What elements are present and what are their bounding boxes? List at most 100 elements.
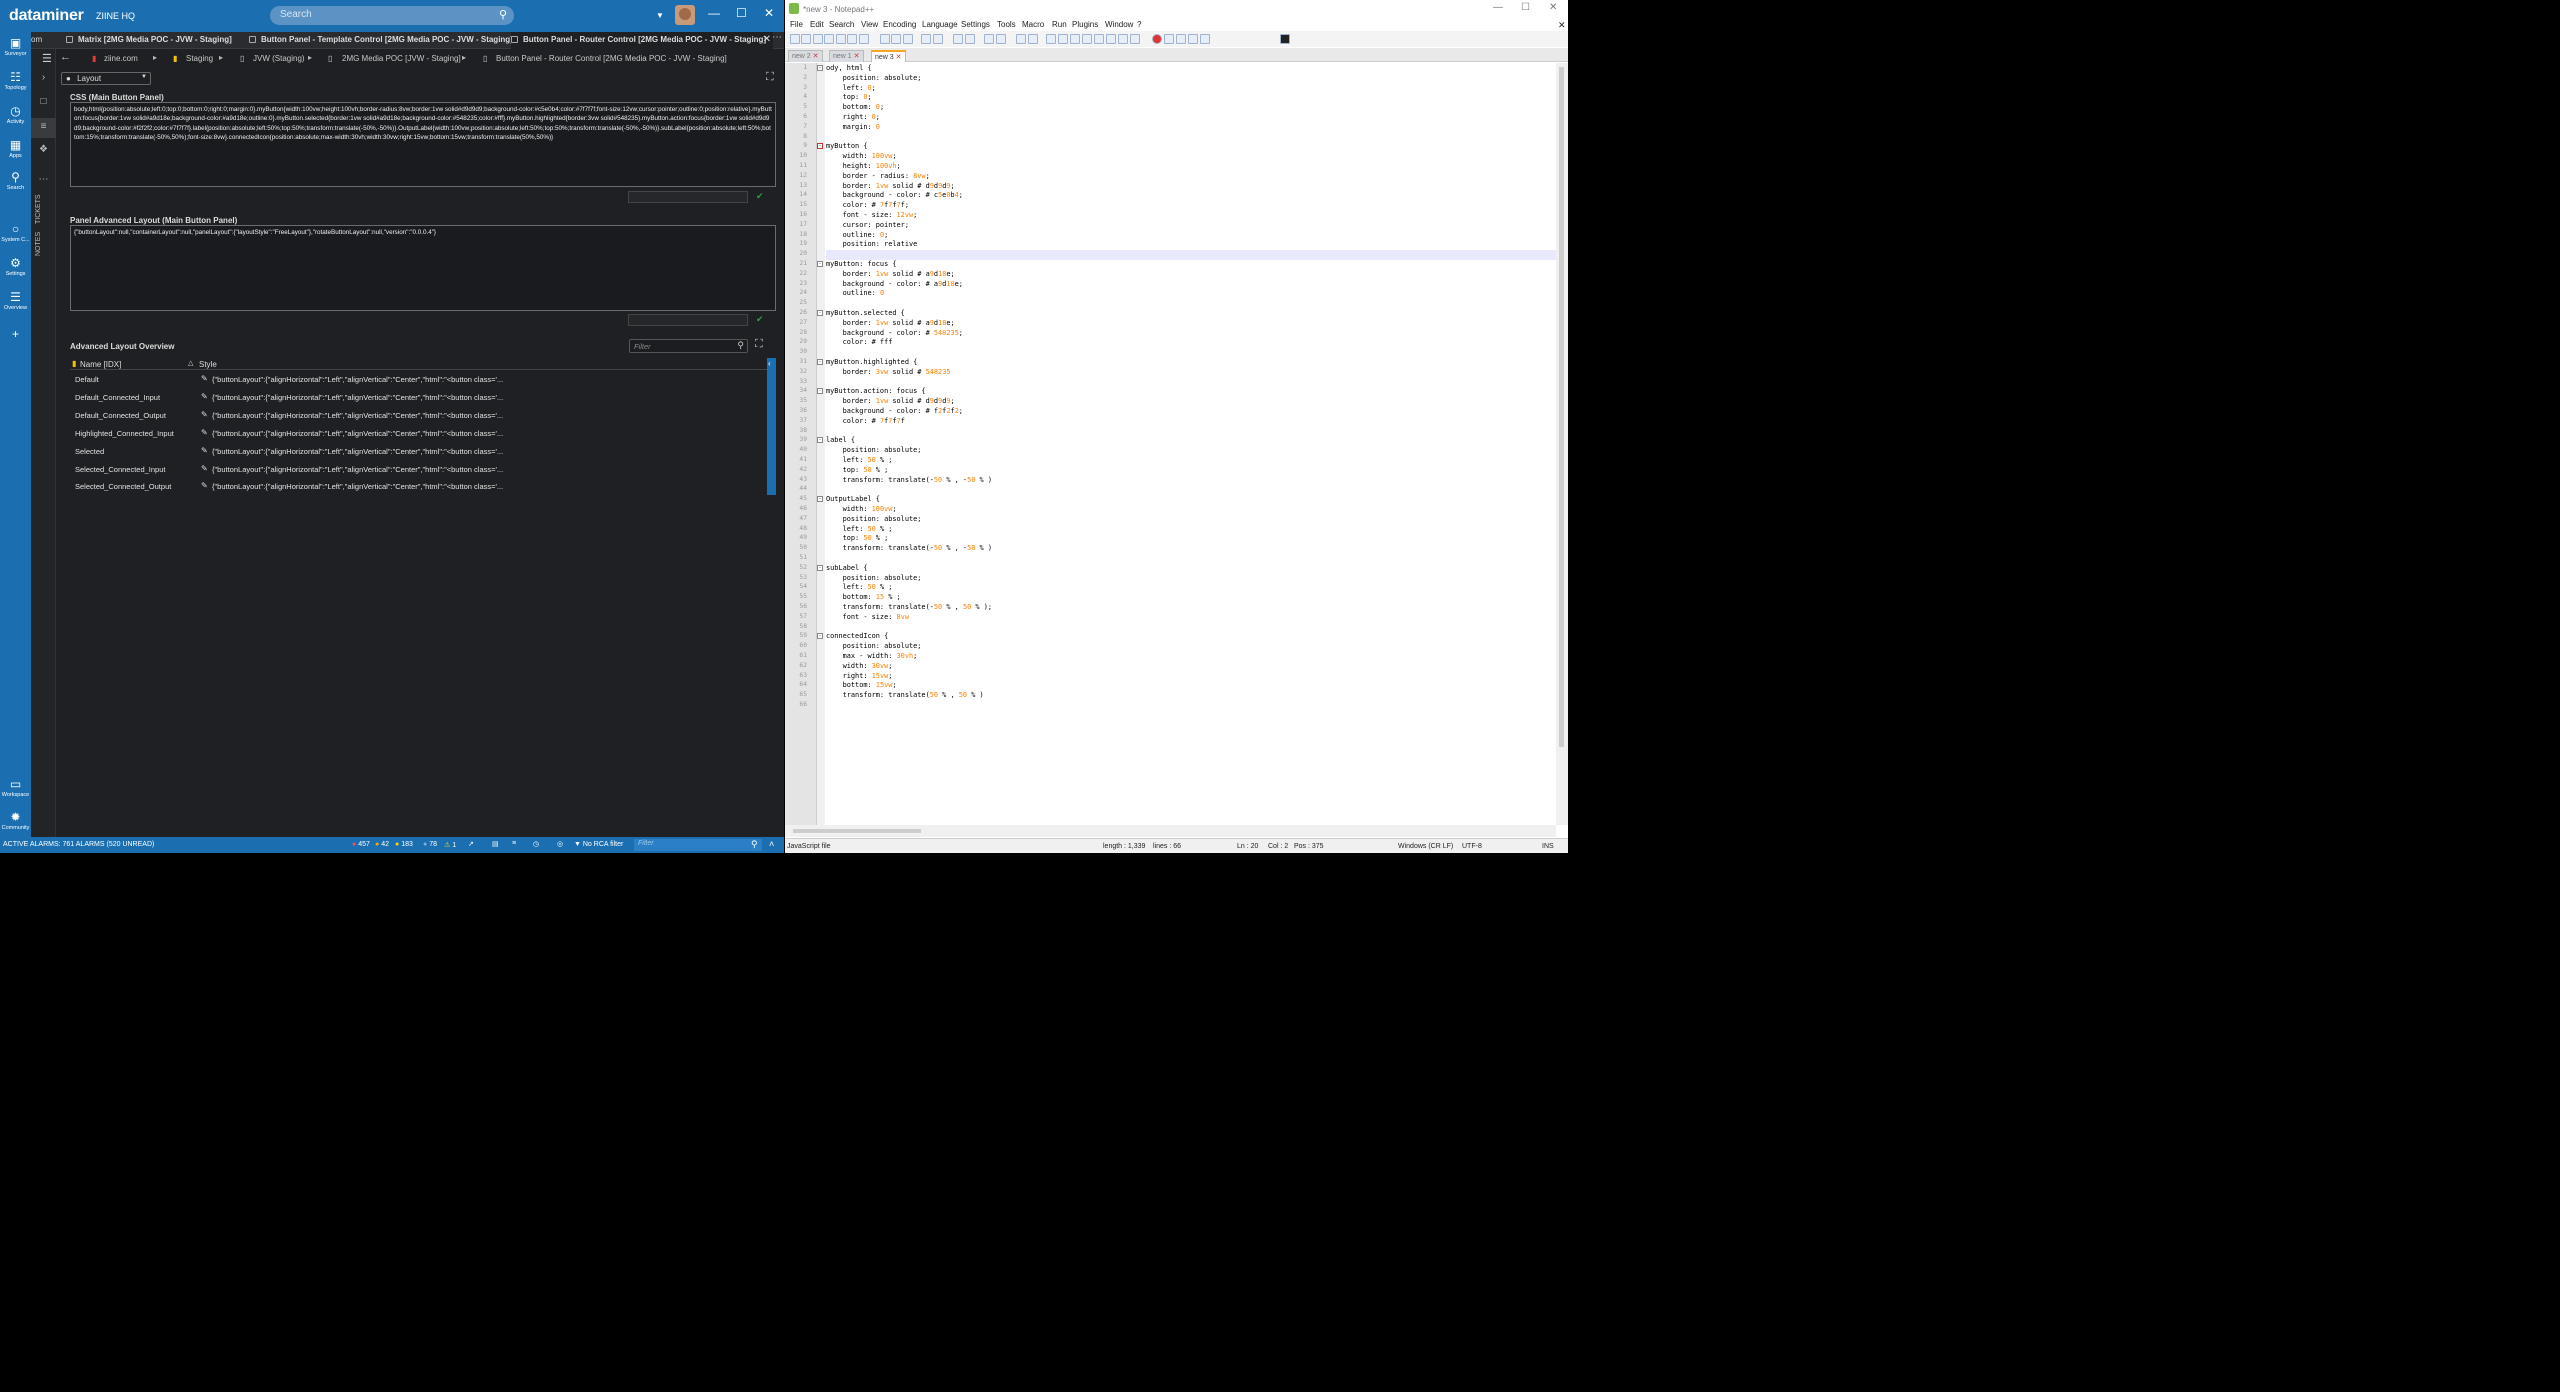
print-icon[interactable] xyxy=(859,34,869,44)
more-tabs-icon[interactable]: ⋯ xyxy=(772,32,782,43)
menu-encoding[interactable]: Encoding xyxy=(883,20,916,29)
play-multi-icon[interactable] xyxy=(1188,34,1198,44)
close-icon[interactable]: ✕ xyxy=(813,53,819,60)
function-list-icon[interactable] xyxy=(1106,34,1116,44)
code-editor[interactable]: 1 2 3 4 5 6 7 8 9 10 11 12 13 14 15 16 17 18 19 20 21 22 23 24 2… xyxy=(785,63,1556,825)
fullscreen-icon[interactable]: ⛶ xyxy=(755,338,763,351)
encoding[interactable]: UTF-8 xyxy=(1462,843,1482,850)
css-editor[interactable]: body,html{position:absolute;left:0;top:0… xyxy=(70,102,776,187)
edit-icon[interactable]: ✎ xyxy=(201,464,208,473)
fold-toggle-icon[interactable]: - xyxy=(817,310,823,316)
table-row[interactable]: Default ✎ {"buttonLayout":{"alignHorizonta… xyxy=(70,371,764,389)
copy-icon[interactable] xyxy=(891,34,901,44)
chevron-right-icon[interactable]: › xyxy=(31,72,56,83)
menu-language[interactable]: Language xyxy=(922,20,958,29)
wrap-icon[interactable] xyxy=(1046,34,1056,44)
rca-filter[interactable]: ▼ No RCA filter xyxy=(574,841,623,848)
layout-dropdown[interactable]: ● Layout ▼ xyxy=(61,72,151,85)
panel-layout-editor[interactable]: {"buttonLayout":null,"containerLayout":n… xyxy=(70,225,776,311)
nav-activity[interactable]: ◷ Activity xyxy=(0,104,31,125)
major-count[interactable]: ● 42 xyxy=(375,841,389,848)
menu-help[interactable]: ? xyxy=(1137,20,1141,29)
back-icon[interactable]: ← xyxy=(60,51,71,63)
doc-map-icon[interactable] xyxy=(1094,34,1104,44)
nav-search[interactable]: ⚲ Search xyxy=(0,170,31,191)
add-icon[interactable]: + xyxy=(0,327,31,342)
find-icon[interactable] xyxy=(953,34,963,44)
open-icon[interactable] xyxy=(801,34,811,44)
edit-icon[interactable]: ✎ xyxy=(201,446,208,455)
cut-icon[interactable] xyxy=(880,34,890,44)
close-button[interactable]: ✕ xyxy=(764,6,774,20)
check-icon[interactable]: ✔ xyxy=(756,314,764,325)
sort-icon[interactable]: △ xyxy=(188,359,193,367)
chevron-up-icon[interactable]: ˄ xyxy=(769,839,774,849)
nav-apps[interactable]: ▦ Apps xyxy=(0,138,31,159)
sort-lines-icon[interactable]: ≡ xyxy=(512,840,516,847)
menu-search[interactable]: Search xyxy=(829,20,854,29)
warning-count[interactable]: ● 78 xyxy=(423,841,437,848)
minor-count[interactable]: ● 183 xyxy=(395,841,413,848)
zoom-in-icon[interactable] xyxy=(984,34,994,44)
crumb-staging[interactable]: Staging xyxy=(186,54,213,63)
udl-icon[interactable] xyxy=(1082,34,1092,44)
js-icon[interactable] xyxy=(1280,34,1290,44)
tab-matrix[interactable]: Matrix [2MG Media POC - JVW - Staging] xyxy=(66,32,232,49)
table-row[interactable]: Default_Connected_Input ✎ {"buttonLayout":… xyxy=(70,389,764,407)
doc-tab-new1[interactable]: new 1 ✕ xyxy=(829,50,864,62)
insert-mode[interactable]: INS xyxy=(1542,843,1554,850)
chevron-down-icon[interactable]: ▼ xyxy=(656,11,664,20)
focus-icon[interactable]: ◎ xyxy=(557,840,563,848)
save-macro-icon[interactable] xyxy=(1200,34,1210,44)
nav-settings[interactable]: ⚙ Settings xyxy=(0,256,31,277)
table-row[interactable]: Default_Connected_Output ✎ {"buttonLayout"… xyxy=(70,407,764,425)
alarm-filter-input[interactable]: Filter xyxy=(634,839,762,851)
list-icon[interactable]: ▤ xyxy=(492,840,499,848)
sync-h-icon[interactable] xyxy=(1028,34,1038,44)
minimize-button[interactable]: — xyxy=(708,6,720,20)
search-icon[interactable]: ⚲ xyxy=(499,8,507,21)
close-button[interactable]: ✕ xyxy=(1549,2,1557,13)
crumb-element[interactable]: Button Panel - Router Control [2MG Media… xyxy=(496,54,727,63)
close-icon[interactable] xyxy=(836,34,846,44)
fold-toggle-icon[interactable]: - xyxy=(817,143,823,150)
doc-tab-new3[interactable]: new 3 ✕ xyxy=(871,50,906,62)
save-icon[interactable] xyxy=(813,34,823,44)
fold-toggle-icon[interactable]: - xyxy=(817,388,823,395)
trend-icon[interactable]: ↗ xyxy=(468,840,474,848)
nav-system-center[interactable]: ○ System C... xyxy=(0,222,31,243)
table-row[interactable]: Selected ✎ {"buttonLayout":{"alignHorizont… xyxy=(70,443,764,461)
stop-icon[interactable] xyxy=(1164,34,1174,44)
maximize-button[interactable]: ☐ xyxy=(736,6,747,20)
zoom-out-icon[interactable] xyxy=(996,34,1006,44)
tickets-tab[interactable]: TICKETS xyxy=(35,194,42,224)
vertical-scrollbar[interactable] xyxy=(1556,63,1568,825)
horizontal-scrollbar[interactable] xyxy=(785,825,1556,837)
play-icon[interactable] xyxy=(1176,34,1186,44)
edit-icon[interactable]: ✎ xyxy=(201,410,208,419)
all-chars-icon[interactable] xyxy=(1058,34,1068,44)
edit-icon[interactable]: ✎ xyxy=(201,481,208,490)
fold-toggle-icon[interactable]: - xyxy=(817,496,823,503)
details-pane-toggle[interactable]: ‹ xyxy=(767,358,776,495)
check-icon[interactable]: ✔ xyxy=(756,191,764,202)
close-icon[interactable]: ✕ xyxy=(896,54,902,61)
menu-tools[interactable]: Tools xyxy=(997,20,1016,29)
notice-count[interactable]: ⚠ 1 xyxy=(444,841,456,849)
menu-window[interactable]: Window xyxy=(1105,20,1133,29)
avatar[interactable] xyxy=(675,5,695,25)
edit-icon[interactable]: ✎ xyxy=(201,392,208,401)
fold-toggle-icon[interactable]: - xyxy=(817,564,823,571)
nav-overview[interactable]: ☰ Overview xyxy=(0,290,31,311)
crumb-root[interactable]: ziine.com xyxy=(104,54,138,63)
notes-tab[interactable]: NOTES xyxy=(35,232,42,256)
clock-icon[interactable]: ◷ xyxy=(533,840,539,848)
search-icon[interactable]: ⚲ xyxy=(751,839,758,850)
comment-icon[interactable]: □ xyxy=(31,96,56,107)
save-all-icon[interactable] xyxy=(824,34,834,44)
critical-count[interactable]: ● 457 xyxy=(352,841,370,848)
nav-surveyor[interactable]: ▣ Surveyor xyxy=(0,36,31,57)
column-name[interactable]: Name [IDX] xyxy=(80,360,121,369)
close-icon[interactable]: ✕ xyxy=(854,53,860,60)
nav-community[interactable]: ✹ Community xyxy=(0,810,31,831)
